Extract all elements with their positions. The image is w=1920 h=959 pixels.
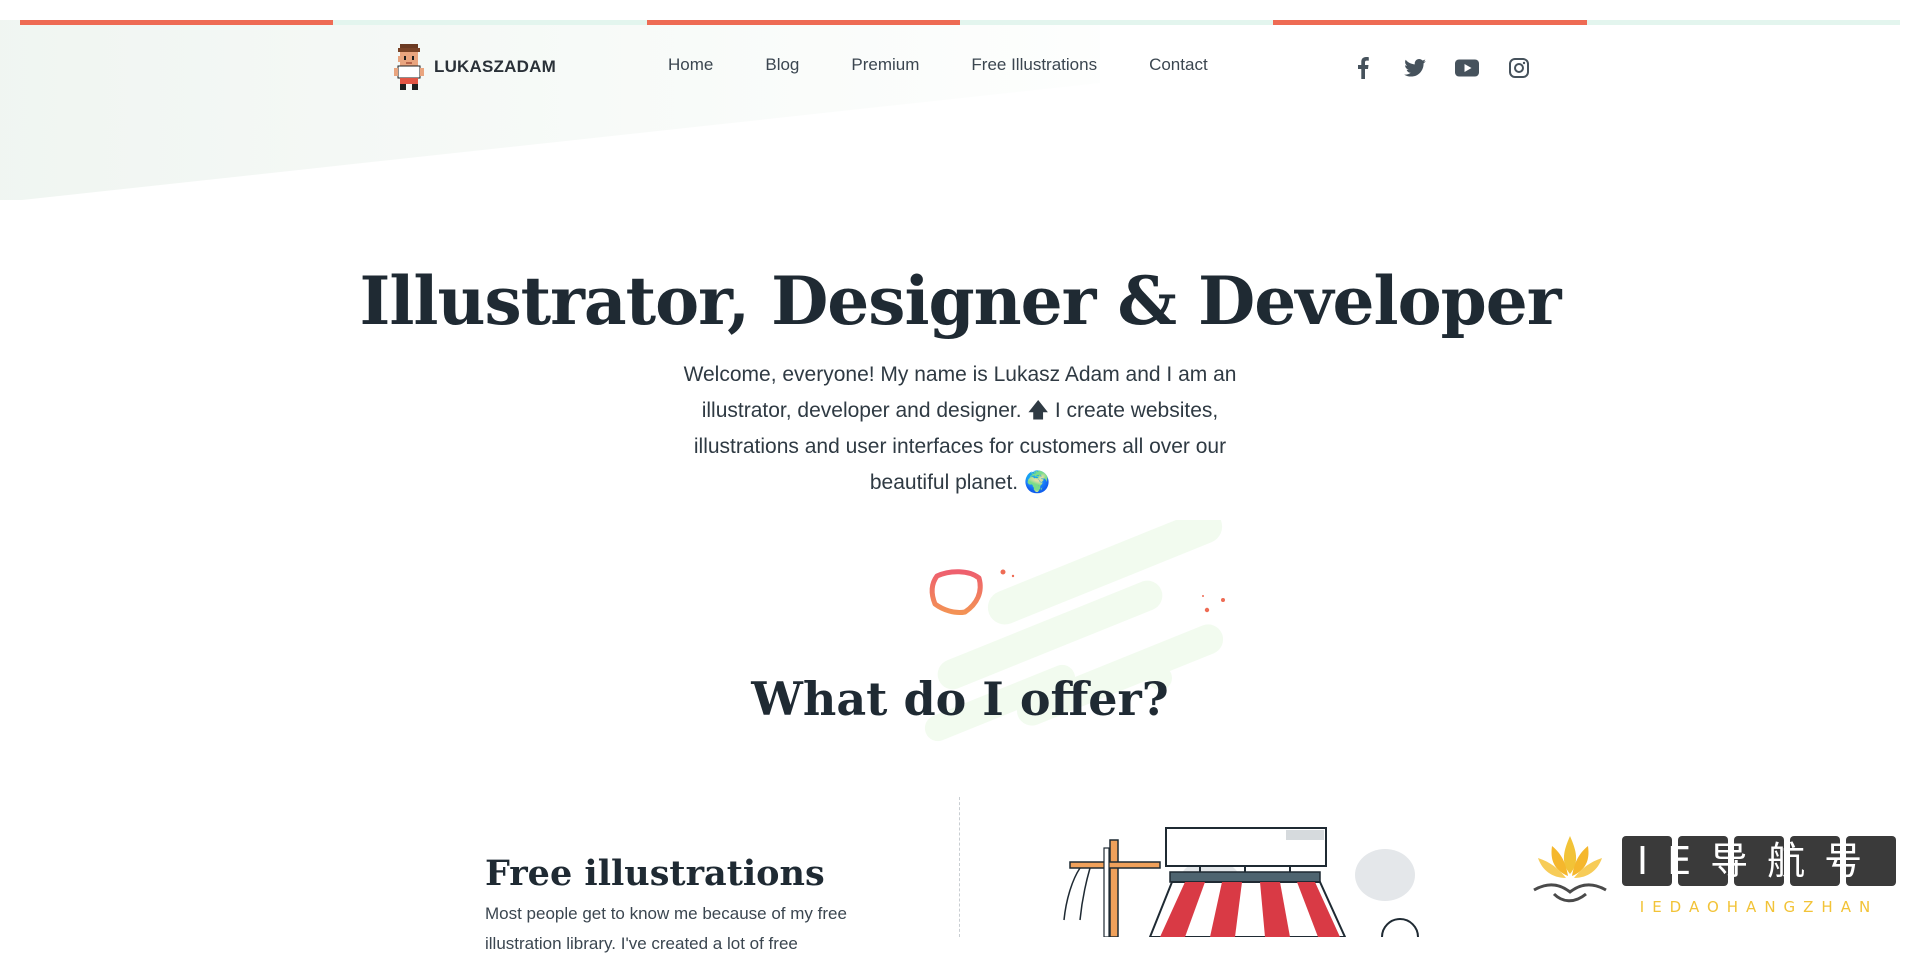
- brand-name: LUKASZADAM: [434, 57, 556, 76]
- nav-premium[interactable]: Premium: [851, 55, 919, 75]
- watermark-sub-text: IEDAOHANGZHAN: [1640, 898, 1878, 916]
- nav-home[interactable]: Home: [668, 55, 713, 75]
- twitter-icon[interactable]: [1400, 54, 1430, 82]
- top-accent-bar: [20, 20, 1900, 25]
- sparkle-dots-icon: [1202, 595, 1225, 613]
- watermark-main-text: IE导航号: [1637, 839, 1881, 883]
- section-divider: [959, 797, 960, 937]
- site-header: LUKASZADAM Home Blog Premium Free Illust…: [0, 38, 1920, 98]
- nav-free-illustrations[interactable]: Free Illustrations: [971, 55, 1097, 75]
- lotus-handshake-icon: [1533, 836, 1607, 903]
- instagram-icon[interactable]: [1504, 54, 1534, 82]
- offer-section-title: What do I offer?: [751, 672, 1169, 727]
- pixel-avatar-icon: [394, 44, 424, 90]
- card-text: Most people get to know me because of my…: [485, 904, 847, 953]
- brand-logo[interactable]: LUKASZADAM: [392, 44, 556, 90]
- nav-contact[interactable]: Contact: [1149, 55, 1208, 75]
- social-links: [1348, 54, 1534, 82]
- offer-brush-icon: [929, 569, 1015, 615]
- hero-title: Illustrator, Designer & Developer: [359, 262, 1561, 341]
- youtube-icon[interactable]: [1452, 54, 1482, 82]
- watermark-logo: IE导航号 IEDAOHANGZHAN: [1533, 836, 1896, 916]
- main-nav: Home Blog Premium Free Illustrations Con…: [668, 55, 1260, 75]
- hero-intro: Welcome, everyone! My name is Lukasz Ada…: [683, 363, 1237, 494]
- nav-blog[interactable]: Blog: [765, 55, 799, 75]
- market-stall-illustration: [1063, 827, 1419, 937]
- facebook-icon[interactable]: [1348, 54, 1378, 82]
- card-title: Free illustrations: [485, 853, 825, 894]
